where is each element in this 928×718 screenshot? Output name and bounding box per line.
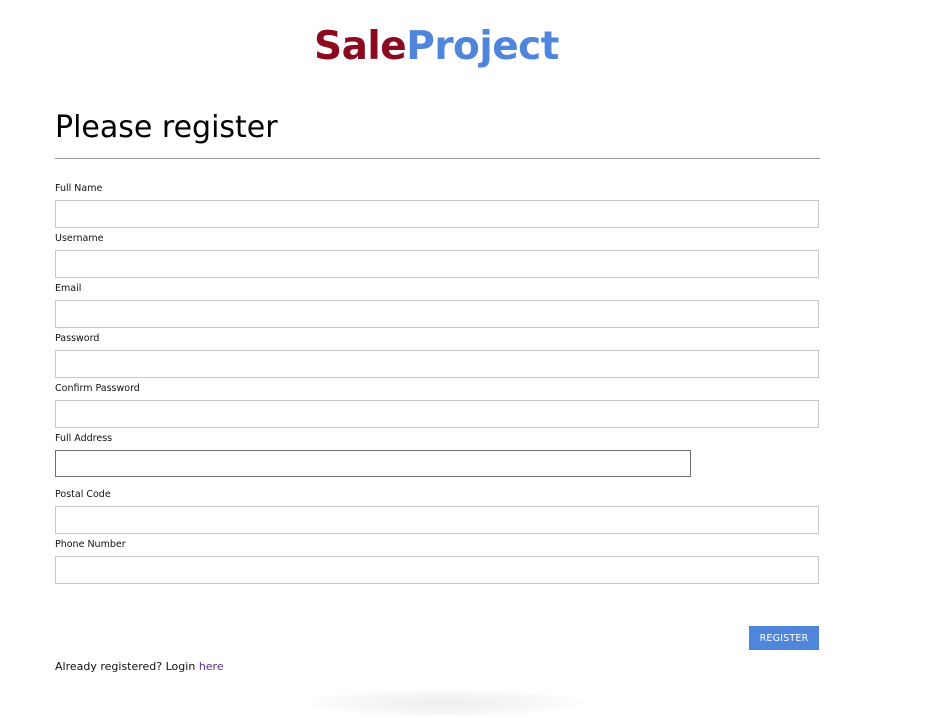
login-here-link[interactable]: here	[199, 660, 224, 673]
page-title: Please register	[55, 110, 278, 145]
title-divider	[55, 158, 820, 159]
confirm-password-label: Confirm Password	[55, 383, 140, 394]
full-address-label: Full Address	[55, 433, 113, 444]
postal-code-input[interactable]	[55, 506, 819, 534]
full-name-input[interactable]	[55, 200, 819, 228]
register-button[interactable]: REGISTER	[749, 626, 819, 650]
logo-text-sale: Sale	[314, 24, 407, 69]
phone-number-input[interactable]	[55, 556, 819, 584]
login-prompt: Already registered? Login here	[55, 660, 224, 674]
full-name-label: Full Name	[55, 183, 103, 194]
password-input[interactable]	[55, 350, 819, 378]
site-logo: SaleProject	[314, 22, 559, 72]
email-label: Email	[55, 283, 82, 294]
bottom-shadow	[300, 688, 590, 718]
password-label: Password	[55, 333, 100, 344]
full-address-input[interactable]	[55, 450, 691, 477]
postal-code-label: Postal Code	[55, 489, 111, 500]
logo-text-project: Project	[406, 24, 559, 69]
login-prompt-text: Already registered? Login	[55, 660, 196, 673]
phone-number-label: Phone Number	[55, 539, 126, 550]
username-input[interactable]	[55, 250, 819, 278]
confirm-password-input[interactable]	[55, 400, 819, 428]
username-label: Username	[55, 233, 104, 244]
email-input[interactable]	[55, 300, 819, 328]
